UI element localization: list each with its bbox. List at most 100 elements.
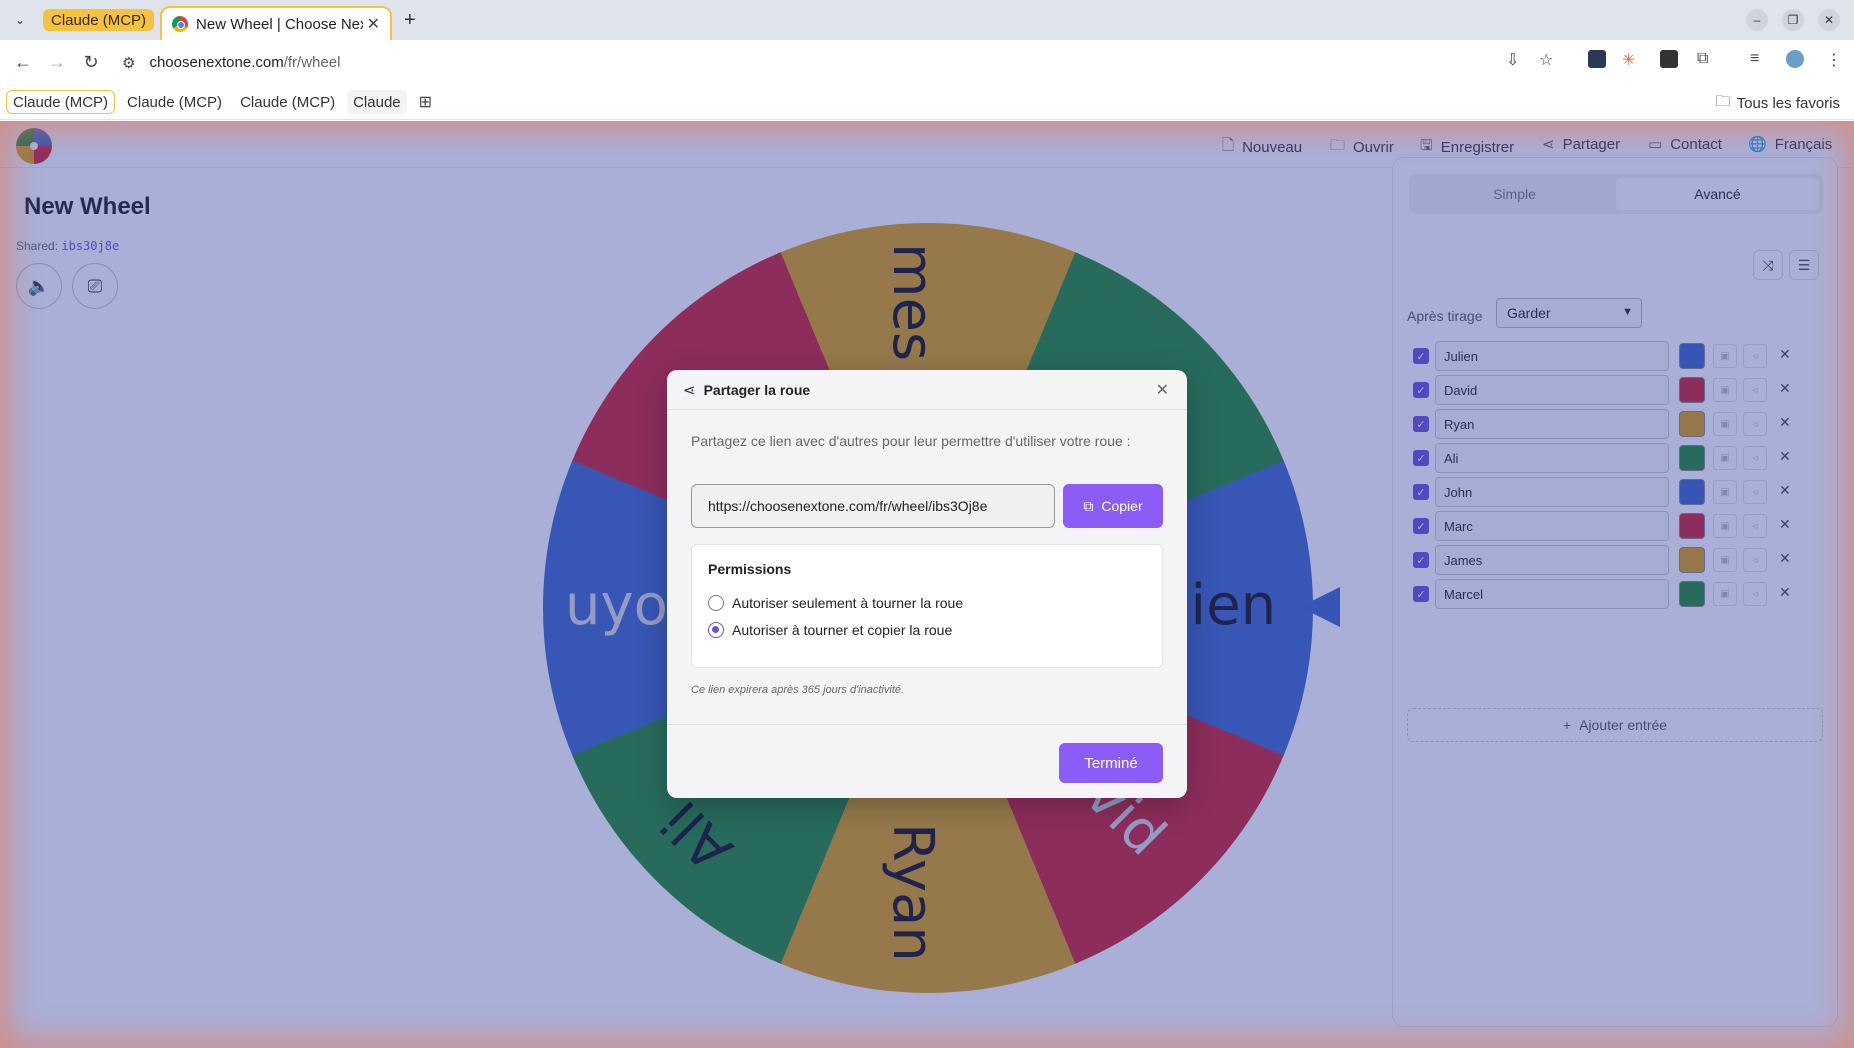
close-icon[interactable]: ✕ [1156,380,1169,400]
sound-icon[interactable]: ◃ [1743,582,1767,606]
tab-search-icon[interactable]: ⌄ [7,7,33,33]
nav-contact[interactable]: ▭ Contact [1648,135,1722,154]
image-icon[interactable]: ▣ [1713,548,1737,572]
entry-checkbox[interactable]: ✓ [1413,518,1429,534]
extension-react-icon[interactable] [1588,50,1606,68]
radio-spin-copy[interactable]: Autoriser à tourner et copier la roue [708,622,952,638]
entry-color-swatch[interactable] [1679,479,1705,505]
entry-color-swatch[interactable] [1679,411,1705,437]
entry-checkbox[interactable]: ✓ [1413,382,1429,398]
delete-entry-icon[interactable]: ✕ [1779,448,1791,465]
forward-icon[interactable]: → [40,46,74,80]
entry-name-input[interactable]: Marcel [1435,579,1669,609]
radio-input[interactable] [708,595,724,611]
sound-button[interactable]: 🔈 [16,263,62,309]
entry-color-swatch[interactable] [1679,377,1705,403]
sound-icon[interactable]: ◃ [1743,378,1767,402]
image-icon[interactable]: ▣ [1713,582,1737,606]
extension-terminal-icon[interactable] [1660,50,1678,68]
fullscreen-button[interactable]: ⎚ [72,263,118,309]
browser-menu-icon[interactable]: ⋮ [1826,50,1842,70]
delete-entry-icon[interactable]: ✕ [1779,346,1791,363]
done-button[interactable]: Terminé [1059,743,1163,783]
reload-icon[interactable]: ↻ [74,46,108,80]
after-draw-select[interactable]: Garder ▼ [1496,298,1642,328]
tab-simple[interactable]: Simple [1413,178,1616,210]
entry-name-input[interactable]: Ryan [1435,409,1669,439]
add-entry-button[interactable]: + Ajouter entrée [1407,708,1823,742]
delete-entry-icon[interactable]: ✕ [1779,482,1791,499]
image-icon[interactable]: ▣ [1713,446,1737,470]
reading-list-icon[interactable]: ≡ [1750,50,1759,68]
nav-share[interactable]: ⋖ Partager [1542,135,1620,154]
minimize-icon[interactable]: – [1746,9,1768,31]
extensions-puzzle-icon[interactable]: ⧉ [1697,50,1708,68]
delete-entry-icon[interactable]: ✕ [1779,584,1791,601]
entry-color-swatch[interactable] [1679,547,1705,573]
wheel-title[interactable]: New Wheel [24,193,151,221]
sound-icon[interactable]: ◃ [1743,514,1767,538]
shuffle-button[interactable]: ⤨ [1753,250,1783,280]
entry-color-swatch[interactable] [1679,343,1705,369]
entry-name-input[interactable]: Ali [1435,443,1669,473]
copy-button[interactable]: ⧉ Copier [1063,484,1163,528]
entry-checkbox[interactable]: ✓ [1413,586,1429,602]
site-info-icon[interactable]: ⚙ [122,54,135,72]
install-icon[interactable]: ⇩ [1506,50,1519,70]
image-icon[interactable]: ▣ [1713,480,1737,504]
bookmark-item[interactable]: Claude (MCP) [6,90,116,114]
image-icon[interactable]: ▣ [1713,514,1737,538]
entry-name-input[interactable]: Marc [1435,511,1669,541]
sort-button[interactable]: ☰ [1789,250,1819,280]
entry-name-input[interactable]: James [1435,545,1669,575]
sound-icon[interactable]: ◃ [1743,344,1767,368]
active-tab[interactable]: New Wheel | Choose Next ✕ [160,6,393,40]
delete-entry-icon[interactable]: ✕ [1779,414,1791,431]
sound-icon[interactable]: ◃ [1743,480,1767,504]
entry-name-input[interactable]: Julien [1435,341,1669,371]
profile-avatar-icon[interactable] [1786,50,1804,68]
tab-advanced[interactable]: Avancé [1616,178,1819,210]
entry-checkbox[interactable]: ✓ [1413,484,1429,500]
share-link-input[interactable]: https://choosenextone.com/fr/wheel/ibs3O… [691,484,1055,528]
bookmark-item[interactable]: Claude [347,90,407,114]
bookmark-item[interactable]: Claude (MCP) [121,90,228,114]
all-bookmarks[interactable]: 🗀 Tous les favoris [1716,91,1840,116]
delete-entry-icon[interactable]: ✕ [1779,380,1791,397]
restore-icon[interactable]: ❐ [1782,9,1804,31]
entry-checkbox[interactable]: ✓ [1413,450,1429,466]
nav-language[interactable]: 🌐 Français [1748,135,1832,154]
close-window-icon[interactable]: ✕ [1818,9,1840,31]
delete-entry-icon[interactable]: ✕ [1779,516,1791,533]
tab-close-icon[interactable]: ✕ [367,14,380,34]
entry-checkbox[interactable]: ✓ [1413,348,1429,364]
entry-checkbox[interactable]: ✓ [1413,416,1429,432]
entry-color-swatch[interactable] [1679,513,1705,539]
image-icon[interactable]: ▣ [1713,344,1737,368]
bookmark-item[interactable]: Claude (MCP) [234,90,341,114]
copy-icon: ⧉ [1083,497,1094,514]
image-icon[interactable]: ▣ [1713,378,1737,402]
tab-group-chip[interactable]: Claude (MCP) [43,9,155,31]
url-field[interactable]: ⚙ choosenextone.com/fr/wheel [122,46,1422,79]
new-tab-icon[interactable]: + [404,9,416,32]
nav-new[interactable]: 🗋 Nouveau [1222,135,1302,160]
entry-color-swatch[interactable] [1679,445,1705,471]
entry-name-input[interactable]: David [1435,375,1669,405]
apps-grid-icon[interactable]: ⊞ [419,92,432,112]
bookmark-star-icon[interactable]: ☆ [1539,50,1553,70]
image-icon[interactable]: ▣ [1713,412,1737,436]
sound-icon[interactable]: ◃ [1743,412,1767,436]
back-icon[interactable]: ← [6,46,40,80]
entry-color-swatch[interactable] [1679,581,1705,607]
radio-input[interactable] [708,622,724,638]
entry-checkbox[interactable]: ✓ [1413,552,1429,568]
radio-spin-only[interactable]: Autoriser seulement à tourner la roue [708,595,963,611]
sound-icon[interactable]: ◃ [1743,548,1767,572]
entry-name-input[interactable]: John [1435,477,1669,507]
sound-icon[interactable]: ◃ [1743,446,1767,470]
extension-claude-icon[interactable]: ✳ [1622,50,1635,70]
nav-open[interactable]: 🗀 Ouvrir [1330,135,1394,160]
site-logo[interactable] [16,128,52,164]
delete-entry-icon[interactable]: ✕ [1779,550,1791,567]
